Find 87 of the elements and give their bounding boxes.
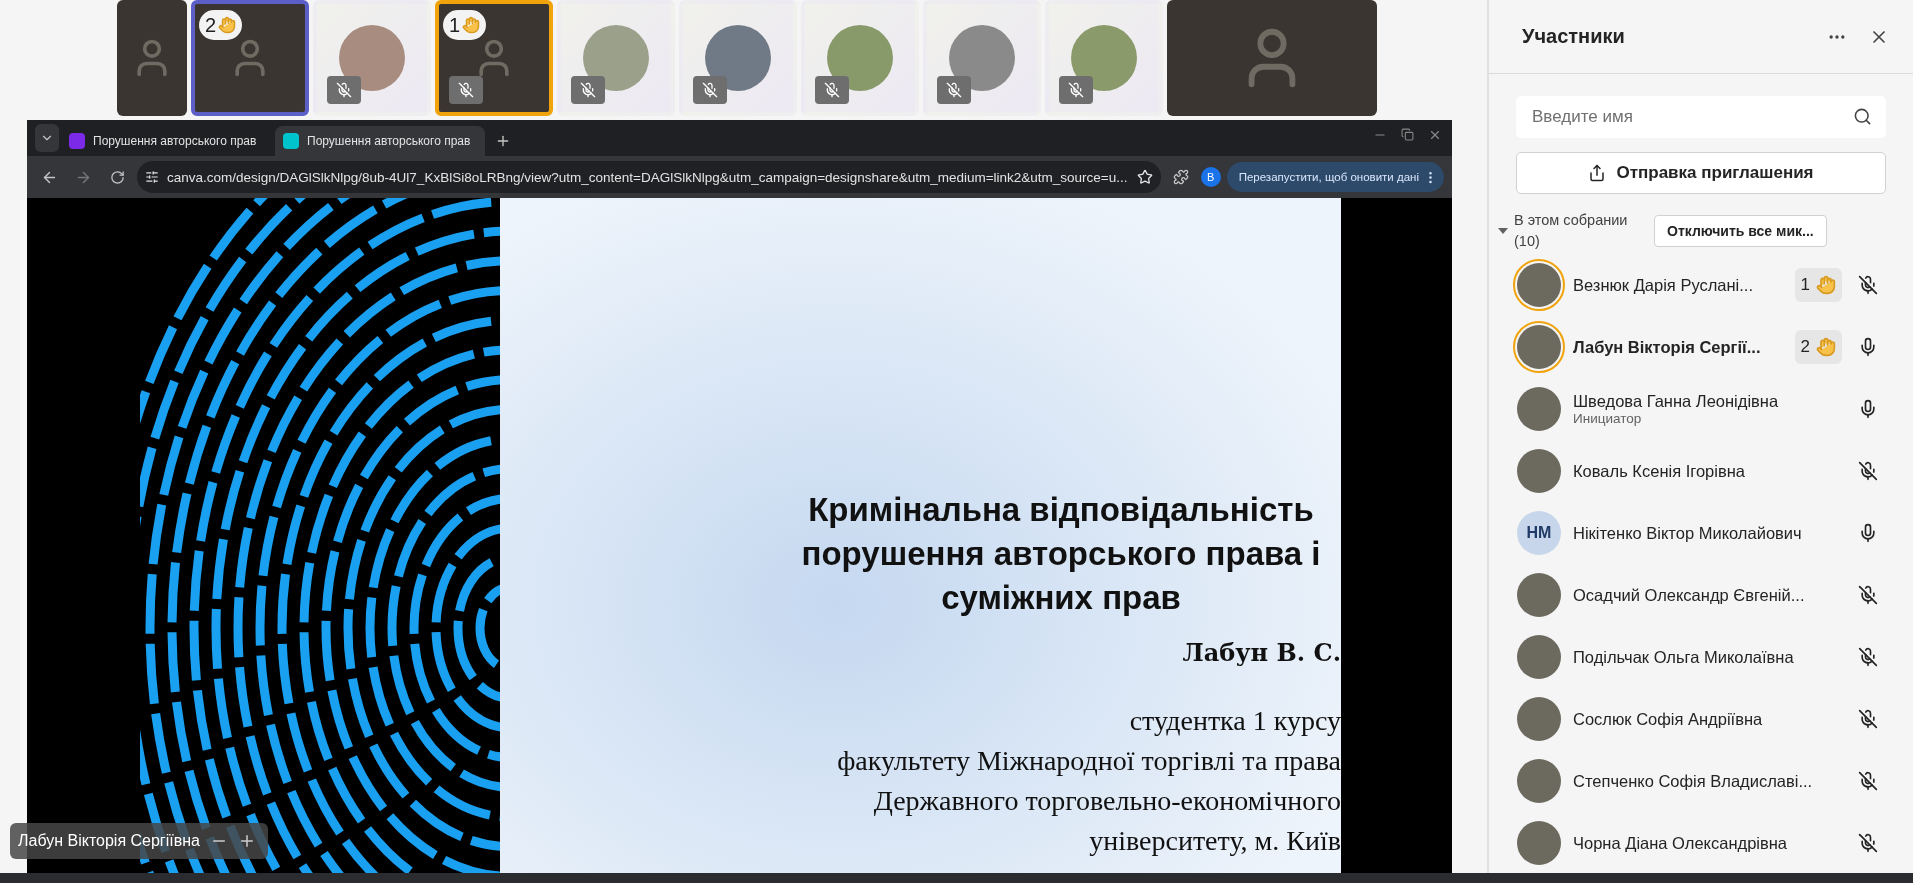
- mic-off-icon: [702, 82, 718, 98]
- participant-tile[interactable]: [557, 0, 675, 116]
- participant-role: Инициатор: [1573, 411, 1643, 426]
- mic-off-icon: [580, 82, 596, 98]
- hand-icon: [1816, 337, 1836, 357]
- panel-title: Участники: [1522, 25, 1626, 48]
- mic-off-icon: [1068, 82, 1084, 98]
- mic-off-icon: [336, 82, 352, 98]
- close-icon[interactable]: [1428, 128, 1442, 142]
- avatar: [1517, 821, 1561, 865]
- raised-hand-badge: 1: [443, 10, 487, 40]
- mic-off-icon[interactable]: [1858, 275, 1878, 295]
- search-icon[interactable]: [1853, 107, 1872, 126]
- profile-avatar[interactable]: B: [1200, 167, 1221, 187]
- video-tile[interactable]: 2: [191, 0, 309, 116]
- mic-icon[interactable]: [1858, 337, 1878, 357]
- avatar: [1517, 635, 1561, 679]
- mic-off-icon: [458, 82, 474, 98]
- slide-author: Лабун В. С.: [1182, 638, 1341, 667]
- participant-name: Чорна Діана Олександрівна: [1573, 833, 1789, 853]
- participant-tile[interactable]: [679, 0, 797, 116]
- slide-title: Кримінальна відповідальність: [808, 490, 1314, 530]
- participant-name: Осадчий Олександр Євгеній...: [1573, 585, 1806, 605]
- mic-off-icon: [946, 82, 962, 98]
- site-logo-icon: [69, 133, 85, 149]
- participant-name: Шведова Ганна Леонідівна: [1573, 392, 1780, 411]
- participant-name: Подільчак Ольга Миколаївна: [1573, 647, 1795, 667]
- mic-off-icon: [824, 82, 840, 98]
- avatar: [1517, 449, 1561, 493]
- hand-icon: [218, 16, 237, 34]
- participant-tile[interactable]: [801, 0, 919, 116]
- tab-list-button[interactable]: [35, 124, 59, 152]
- mic-icon[interactable]: [1858, 523, 1878, 543]
- slide-text: Державного торговельно-економічного: [873, 784, 1341, 818]
- collapse-caret-icon[interactable]: [1498, 228, 1508, 234]
- raised-hand-badge: 2: [199, 10, 243, 40]
- video-tile[interactable]: [1167, 0, 1377, 116]
- section-label[interactable]: В этом собрании (10): [1514, 210, 1644, 252]
- hand-icon: [462, 16, 481, 34]
- site-settings-icon[interactable]: [145, 170, 159, 184]
- mic-off-icon[interactable]: [1858, 461, 1878, 481]
- slide-text: університету, м. Київ: [1089, 824, 1341, 858]
- participant-tile[interactable]: [1045, 0, 1163, 116]
- share-icon: [1588, 164, 1607, 182]
- participant-tile[interactable]: [313, 0, 431, 116]
- mic-off-icon[interactable]: [1858, 585, 1878, 605]
- browser-tab[interactable]: Порушення авторського прав: [275, 126, 485, 156]
- video-tile[interactable]: [117, 0, 187, 116]
- restore-icon[interactable]: [1401, 128, 1414, 141]
- participant-name: Везнюк Дарія Руслані...: [1573, 275, 1755, 295]
- participant-tile[interactable]: [923, 0, 1041, 116]
- slide-text: студентка 1 курсу: [1129, 704, 1341, 738]
- participant-name: Нікітенко Віктор Миколайович: [1573, 523, 1803, 543]
- hand-icon: [1816, 275, 1836, 295]
- presenter-name: Лабун Вікторія Сергіївна: [18, 832, 200, 850]
- search-field[interactable]: Введите имя: [1516, 96, 1886, 138]
- raised-hand-badge: 2: [1794, 330, 1842, 364]
- reload-icon: [109, 169, 125, 185]
- mute-all-button[interactable]: Отключить все мик...: [1654, 215, 1827, 247]
- bookmark-star-icon[interactable]: [1136, 169, 1153, 185]
- raised-hand-badge: 1: [1794, 268, 1842, 302]
- slide-title: порушення авторського права і: [801, 534, 1321, 574]
- mic-off-icon[interactable]: [1858, 709, 1878, 729]
- avatar: [1517, 387, 1561, 431]
- mic-off-icon[interactable]: [1858, 833, 1878, 853]
- participant-name: Лабун Вікторія Сергії...: [1573, 337, 1762, 357]
- puzzle-icon: [1172, 169, 1189, 185]
- plus-icon: [495, 133, 511, 149]
- participant-name: Коваль Ксенія Ігорівна: [1573, 461, 1746, 481]
- tab-title: Порушення авторського прав: [307, 134, 471, 148]
- update-button[interactable]: Перезапустити, щоб оновити дані: [1226, 162, 1444, 192]
- avatar: [1517, 697, 1561, 741]
- site-logo-icon: [283, 133, 299, 149]
- avatar: [1517, 573, 1561, 617]
- invite-button[interactable]: Отправка приглашения: [1516, 152, 1886, 194]
- address-bar[interactable]: canva.com/design/DAGlSlkNlpg/8ub-4Ul7_KxBlSi8oLRBng/view?utm_content=DAGlSlkNlpg&utm_campaign=designshare&utm_medium=link2&utm_source=u...: [137, 161, 1161, 193]
- mic-off-icon[interactable]: [1858, 771, 1878, 791]
- participant-name: Cослюк Софія Андріївна: [1573, 709, 1764, 729]
- slide-text: факультету Міжнародної торгівлі та права: [837, 744, 1341, 778]
- participant-name: Степченко Софія Владиславі...: [1573, 771, 1814, 791]
- video-tile[interactable]: 1: [435, 0, 553, 116]
- slide-title: суміжних прав: [941, 578, 1181, 618]
- tab-title: Порушення авторського прав: [93, 134, 257, 148]
- initials-avatar: НМ: [1517, 511, 1561, 555]
- mic-off-icon[interactable]: [1858, 647, 1878, 667]
- mic-icon[interactable]: [1858, 399, 1878, 419]
- avatar: [1517, 759, 1561, 803]
